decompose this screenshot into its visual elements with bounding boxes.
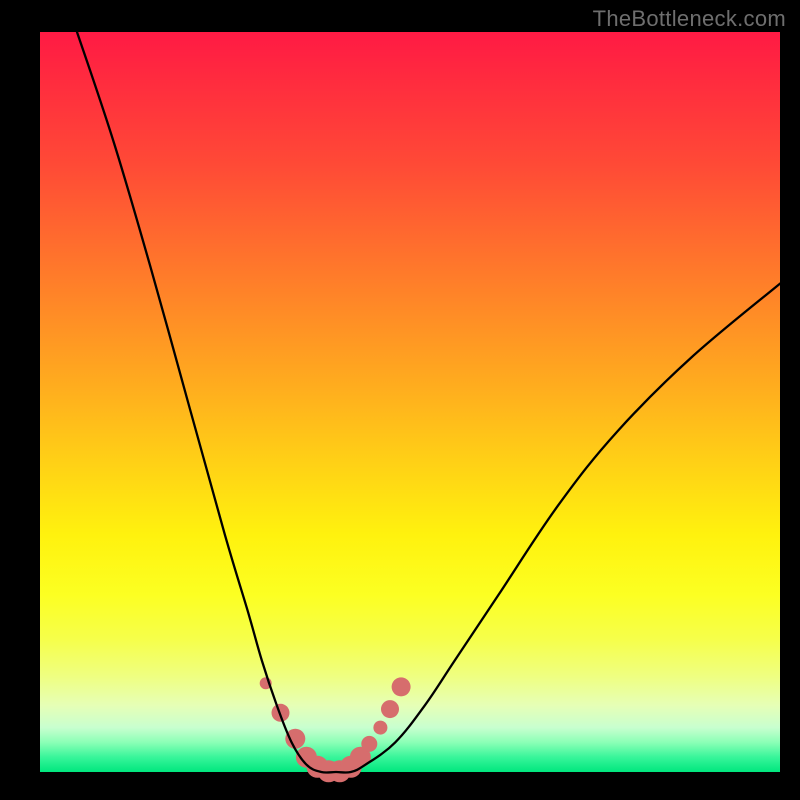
curve-marker <box>392 677 411 696</box>
curve-marker <box>361 736 377 752</box>
curve-marker <box>285 729 305 749</box>
watermark-text: TheBottleneck.com <box>593 6 786 32</box>
curve-svg <box>40 32 780 772</box>
curve-marker <box>373 721 387 735</box>
bottleneck-curve <box>77 32 780 773</box>
plot-area <box>40 32 780 772</box>
curve-markers <box>260 677 411 782</box>
curve-marker <box>381 700 399 718</box>
chart-frame: TheBottleneck.com <box>0 0 800 800</box>
